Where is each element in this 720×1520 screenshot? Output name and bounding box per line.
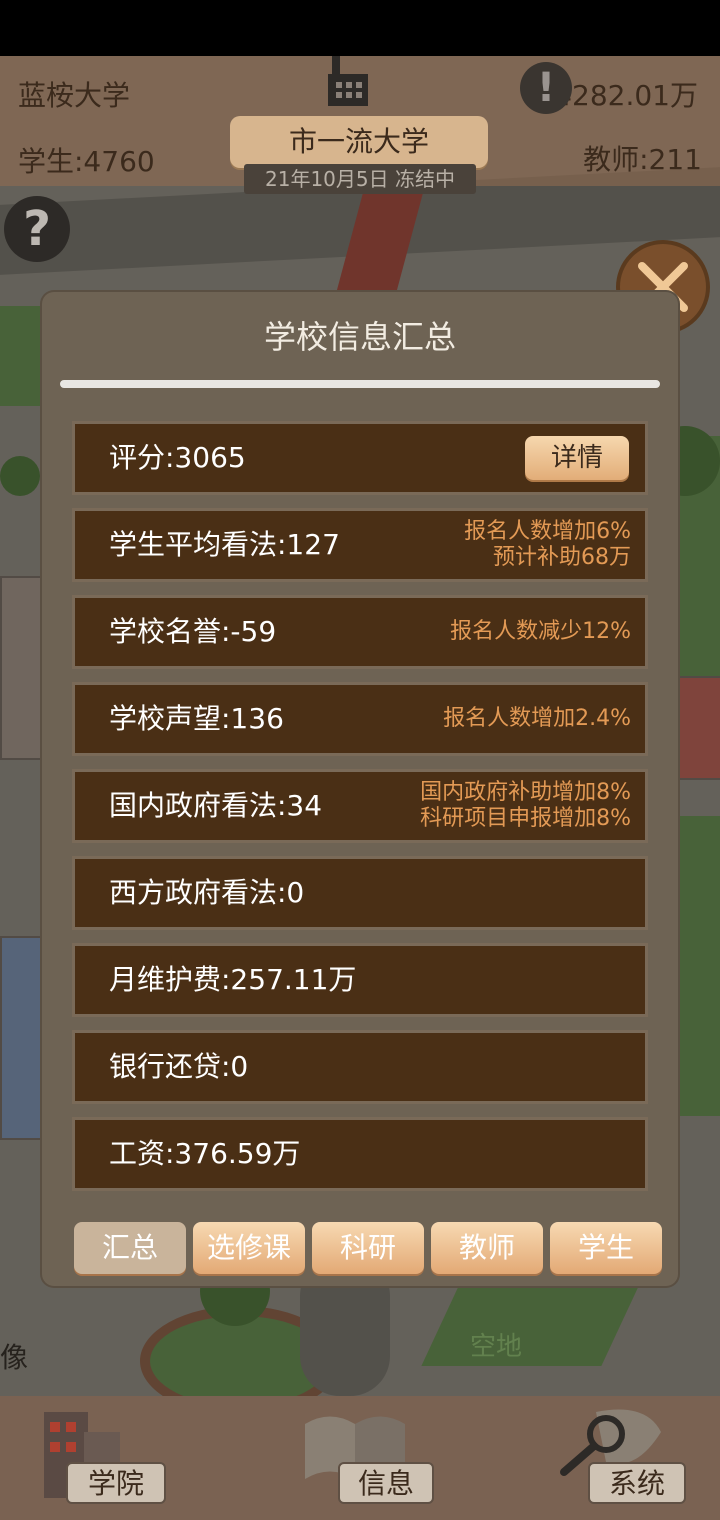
factory-icon: [328, 56, 368, 106]
prestige-row: 学校声望:136 报名人数增加2.4%: [72, 682, 648, 756]
help-icon[interactable]: ?: [4, 196, 70, 262]
bank-loan-row: 银行还贷:0: [72, 1030, 648, 1104]
divider: [60, 380, 660, 388]
row-label: 工资:376.59万: [109, 1137, 301, 1170]
student-count: 学生:4760: [18, 145, 155, 178]
row-label: 月维护费:257.11万: [109, 963, 357, 996]
effect-text: 报名人数减少12%: [450, 619, 631, 644]
domestic-government-row: 国内政府看法:34 国内政府补助增加8% 科研项目申报增加8%: [72, 769, 648, 843]
row-effects: 报名人数增加2.4%: [443, 685, 631, 753]
nav-system[interactable]: 系统: [588, 1462, 686, 1504]
salary-row: 工资:376.59万: [72, 1117, 648, 1191]
score-row: 评分:3065 详情: [72, 421, 648, 495]
row-label: 评分:3065: [109, 441, 246, 474]
reputation-row: 学校名誉:-59 报名人数减少12%: [72, 595, 648, 669]
effect-text: 科研项目申报增加8%: [420, 806, 631, 831]
tab-research[interactable]: 科研: [312, 1222, 424, 1274]
game-date: 21年10月5日 冻结中: [265, 167, 455, 191]
effect-text: 报名人数增加2.4%: [443, 706, 631, 731]
student-opinion-row: 学生平均看法:127 报名人数增加6% 预计补助68万: [72, 508, 648, 582]
row-label: 国内政府看法:34: [109, 789, 323, 822]
nav-college[interactable]: 学院: [66, 1462, 166, 1504]
western-government-row: 西方政府看法:0: [72, 856, 648, 930]
tab-summary[interactable]: 汇总: [74, 1222, 186, 1274]
row-label: 银行还贷:0: [109, 1050, 249, 1083]
row-effects: 国内政府补助增加8% 科研项目申报增加8%: [420, 772, 631, 840]
panel-title: 学校信息汇总: [263, 318, 456, 356]
row-label: 学校声望:136: [109, 702, 284, 735]
alert-icon[interactable]: !: [520, 62, 572, 114]
university-name: 蓝桉大学: [18, 79, 131, 112]
university-rank: 市一流大学: [288, 125, 429, 158]
effect-text: 预计补助68万: [493, 545, 631, 570]
teacher-count: 教师:211: [583, 143, 702, 176]
row-effects: 报名人数减少12%: [450, 598, 631, 666]
row-label: 学校名誉:-59: [109, 615, 277, 648]
row-label: 学生平均看法:127: [109, 528, 340, 561]
row-effects: 报名人数增加6% 预计补助68万: [464, 511, 631, 579]
nav-info[interactable]: 信息: [338, 1462, 434, 1504]
details-button[interactable]: 详情: [525, 436, 629, 480]
tab-teachers[interactable]: 教师: [431, 1222, 543, 1274]
money-amount: 4282.01万: [554, 79, 698, 112]
effect-text: 国内政府补助增加8%: [420, 780, 631, 805]
effect-text: 报名人数增加6%: [464, 519, 631, 544]
tab-electives[interactable]: 选修课: [193, 1222, 305, 1274]
maintenance-fee-row: 月维护费:257.11万: [72, 943, 648, 1017]
tab-students[interactable]: 学生: [550, 1222, 662, 1274]
row-label: 西方政府看法:0: [109, 876, 305, 909]
